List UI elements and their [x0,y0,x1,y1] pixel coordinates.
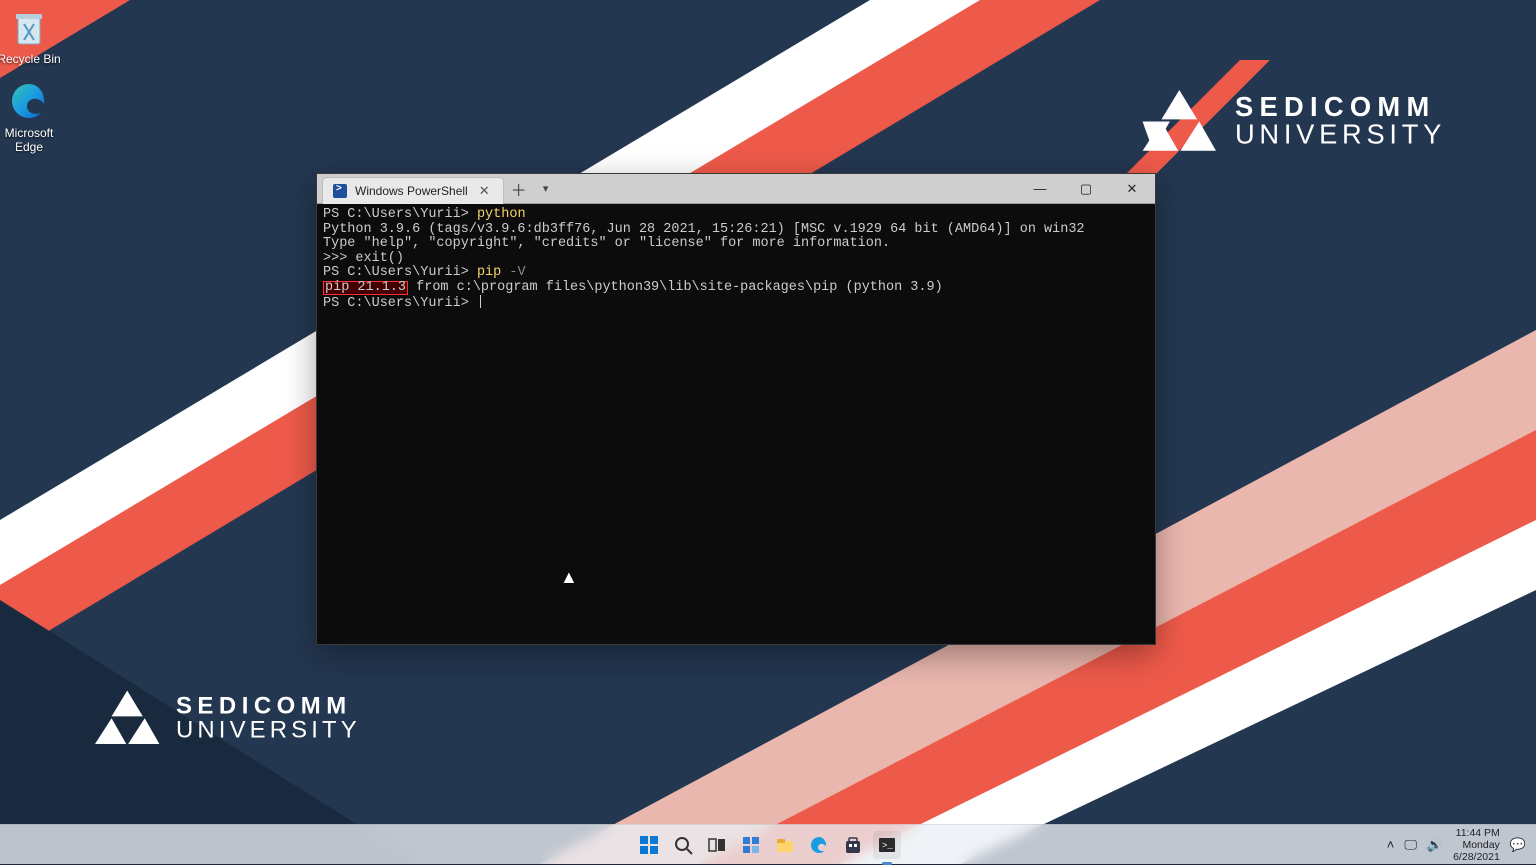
brand-line2: UNIVERSITY [1235,120,1446,147]
maximize-button[interactable]: ▢ [1063,174,1109,203]
desktop-icon-label: Microsoft Edge [0,126,68,154]
start-button[interactable] [635,831,663,859]
edge-taskbar-button[interactable] [805,831,833,859]
taskbar-right: ˄ 🖵 🔊 11:44 PM Monday 6/28/2021 💬 [1387,827,1536,863]
output-line: from c:\program files\python39\lib\site-… [408,280,943,295]
clock-time: 11:44 PM [1453,827,1500,839]
desktop-icon-edge[interactable]: Microsoft Edge [0,80,68,154]
cmd-pip: pip [477,265,501,280]
widgets-button[interactable] [737,831,765,859]
recycle-bin-icon [8,6,50,48]
desktop-icon-label: Recycle Bin [0,52,68,66]
prompt: PS C:\Users\Yurii> [323,265,477,280]
volume-icon[interactable]: 🔊 [1427,837,1443,853]
clock-date: 6/28/2021 [1453,851,1500,863]
prompt: PS C:\Users\Yurii> [323,207,477,222]
file-explorer-button[interactable] [771,831,799,859]
cmd-opt: -V [501,265,525,280]
new-tab-button[interactable]: ＋ [504,174,534,203]
brand-logo-top: SEDICOMM UNIVERSITY [1143,90,1446,151]
titlebar[interactable]: Windows PowerShell ✕ ＋ ▾ — ▢ ✕ [317,174,1155,204]
desktop-icon-recycle-bin[interactable]: Recycle Bin [0,6,68,66]
task-view-button[interactable] [703,831,731,859]
output-line: Type "help", "copyright", "credits" or "… [323,236,890,251]
taskbar-center: >_ [635,831,901,859]
brand-line1: SEDICOMM [176,693,361,717]
brand-line1: SEDICOMM [1235,93,1446,120]
tab-close-button[interactable]: ✕ [476,183,493,199]
output-line: >>> exit() [323,251,404,266]
taskbar[interactable]: >_ ˄ 🖵 🔊 11:44 PM Monday 6/28/2021 💬 [0,824,1536,864]
tab-title: Windows PowerShell [355,184,468,198]
clock-day: Monday [1453,839,1500,851]
svg-text:>_: >_ [882,841,893,851]
brand-logo-bottom: SEDICOMM UNIVERSITY [95,691,361,744]
prompt: PS C:\Users\Yurii> [323,296,477,311]
cmd-python: python [477,207,526,222]
powershell-icon [333,184,347,198]
search-button[interactable] [669,831,697,859]
output-line: Python 3.9.6 (tags/v3.9.6:db3ff76, Jun 2… [323,222,1085,237]
minimize-button[interactable]: — [1017,174,1063,203]
tab-dropdown-button[interactable]: ▾ [534,174,558,203]
terminal-window[interactable]: Windows PowerShell ✕ ＋ ▾ — ▢ ✕ PS C:\Use… [316,173,1156,645]
edge-icon [8,80,50,122]
close-button[interactable]: ✕ [1109,174,1155,203]
tray-expand-icon[interactable]: ˄ [1387,837,1395,852]
terminal-taskbar-button[interactable]: >_ [873,831,901,859]
highlighted-pip-version: pip 21.1.3 [323,281,408,295]
tab-powershell[interactable]: Windows PowerShell ✕ [322,177,504,204]
brand-line2: UNIVERSITY [176,717,361,741]
display-icon[interactable]: 🖵 [1404,837,1417,853]
store-button[interactable] [839,831,867,859]
notifications-icon[interactable]: 💬 [1510,837,1526,853]
text-cursor [480,295,481,308]
terminal-body[interactable]: PS C:\Users\Yurii> python Python 3.9.6 (… [317,204,1155,316]
system-clock[interactable]: 11:44 PM Monday 6/28/2021 [1453,827,1500,863]
